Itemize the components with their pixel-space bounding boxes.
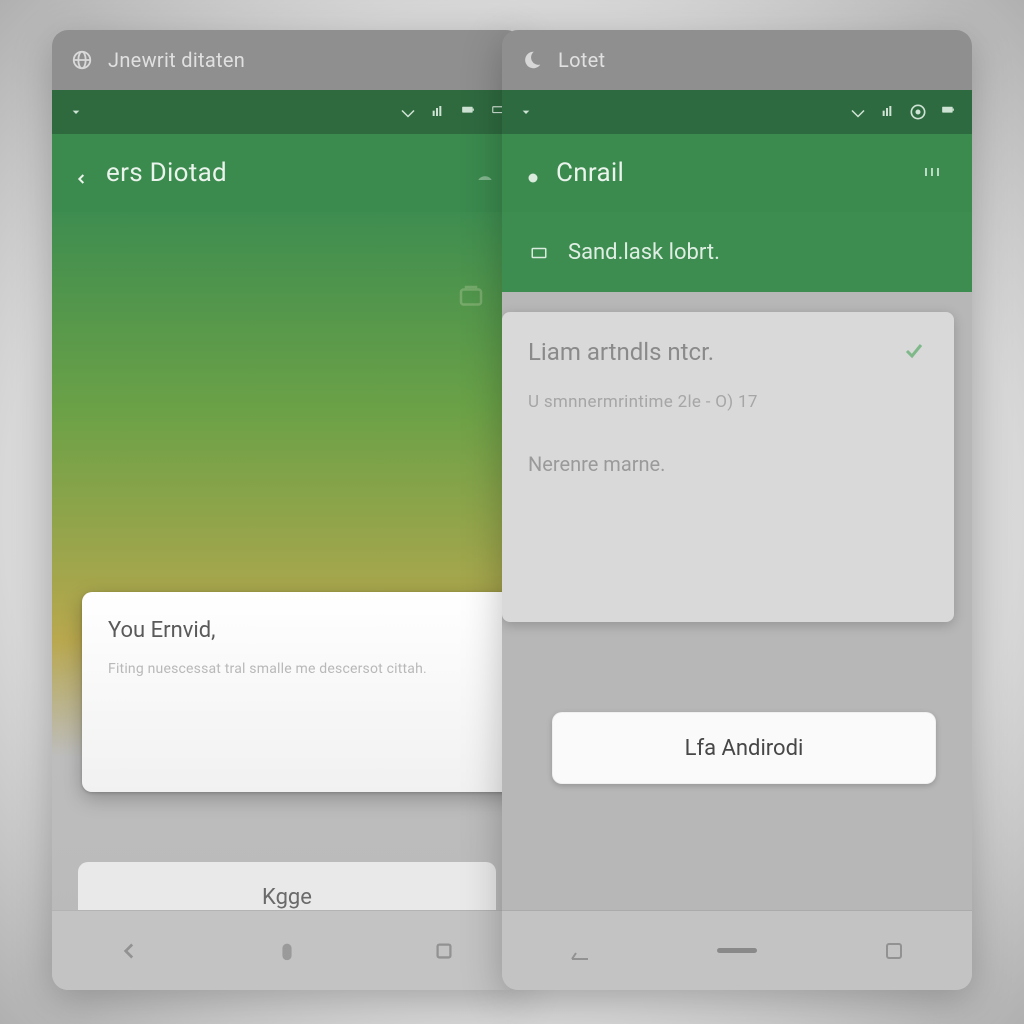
app-action-bar: ers Diotad bbox=[52, 134, 522, 212]
action-menu-icon[interactable]: ııı bbox=[924, 162, 950, 184]
nav-back-icon[interactable] bbox=[110, 936, 150, 966]
android-status-bar-right bbox=[502, 90, 972, 134]
android-status-bar bbox=[52, 90, 522, 134]
snackbar-title: You Ernvid, bbox=[108, 618, 504, 643]
nav-back-icon[interactable] bbox=[560, 936, 600, 966]
left-content-area: You Ernvid, Fiting nuescessat tral small… bbox=[52, 212, 522, 990]
primary-button-left-label: Kgge bbox=[262, 885, 312, 910]
snackbar-card: You Ernvid, Fiting nuescessat tral small… bbox=[82, 592, 522, 792]
check-icon bbox=[902, 339, 928, 365]
phone-right: Lotet Cnrail ııı bbox=[502, 30, 972, 990]
sub-header-label: Sand.lask lobrt. bbox=[568, 240, 720, 265]
moon-icon bbox=[520, 48, 544, 72]
nav-home-icon[interactable] bbox=[717, 936, 757, 966]
nav-home-icon[interactable] bbox=[267, 936, 307, 966]
info-card-title: Liam artndls ntcr. bbox=[528, 338, 714, 366]
battery-icon bbox=[458, 104, 478, 120]
folder-icon bbox=[528, 243, 550, 261]
phone-left: Jnewrit ditaten ers Diotad bbox=[52, 30, 522, 990]
browser-chrome-bar-right: Lotet bbox=[502, 30, 972, 90]
info-card-meta2: Nerenre marne. bbox=[528, 452, 928, 476]
android-nav-bar bbox=[52, 910, 522, 990]
signal-icon bbox=[428, 104, 448, 120]
browser-tab-title-right: Lotet bbox=[558, 48, 605, 72]
notification-dropdown-icon bbox=[66, 104, 86, 120]
signal-icon bbox=[878, 104, 898, 120]
sub-header-row[interactable]: Sand.lask lobrt. bbox=[502, 212, 972, 292]
notification-dropdown-icon bbox=[516, 104, 536, 120]
snackbar-body: Fiting nuescessat tral smalle me descers… bbox=[108, 659, 504, 679]
browser-chrome-bar: Jnewrit ditaten bbox=[52, 30, 522, 90]
right-content-area: Sand.lask lobrt. Liam artndls ntcr. U sm… bbox=[502, 212, 972, 990]
wifi-icon bbox=[848, 104, 868, 120]
globe-icon bbox=[70, 48, 94, 72]
android-nav-bar-right bbox=[502, 910, 972, 990]
action-overflow-icon[interactable] bbox=[474, 162, 500, 184]
app-brand-icon bbox=[524, 164, 542, 182]
nav-recents-icon[interactable] bbox=[874, 936, 914, 966]
info-card-meta: U smnnermrintime 2le - O) 17 bbox=[528, 392, 928, 412]
primary-button-right[interactable]: Lfa Andirodi bbox=[552, 712, 936, 784]
primary-button-right-label: Lfa Andirodi bbox=[685, 736, 804, 761]
battery-icon bbox=[938, 104, 958, 120]
faint-action-icon bbox=[454, 282, 494, 316]
app-title: ers Diotad bbox=[106, 158, 460, 188]
back-icon[interactable] bbox=[74, 164, 92, 182]
app-title-right: Cnrail bbox=[556, 158, 910, 188]
info-card[interactable]: Liam artndls ntcr. U smnnermrintime 2le … bbox=[502, 312, 954, 622]
app-action-bar-right: Cnrail ııı bbox=[502, 134, 972, 212]
nav-recents-icon[interactable] bbox=[424, 936, 464, 966]
browser-tab-title: Jnewrit ditaten bbox=[108, 48, 245, 72]
wifi-icon bbox=[398, 104, 418, 120]
settings-status-icon bbox=[908, 104, 928, 120]
